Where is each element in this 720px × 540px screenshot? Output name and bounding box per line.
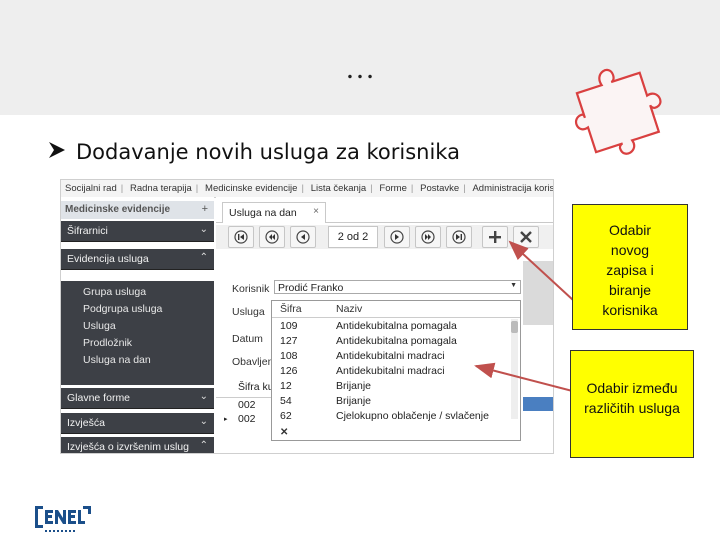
callout-line: Odabir između [586, 380, 678, 396]
callout-line: zapisa i [606, 262, 654, 278]
callout-line: Odabir [608, 222, 652, 238]
enel-logo [35, 506, 91, 532]
arrow-to-dropdown [474, 362, 585, 395]
callout-new-record: Odabir novog zapisa i biranje korisnika [572, 204, 688, 330]
callout-line: korisnika [602, 302, 658, 318]
callout-line: novog [610, 242, 650, 258]
callout-line: biranje [608, 282, 652, 298]
callout-select-service: Odabir između različitih usluga [570, 350, 694, 458]
callout-line: različitih usluga [584, 400, 680, 416]
